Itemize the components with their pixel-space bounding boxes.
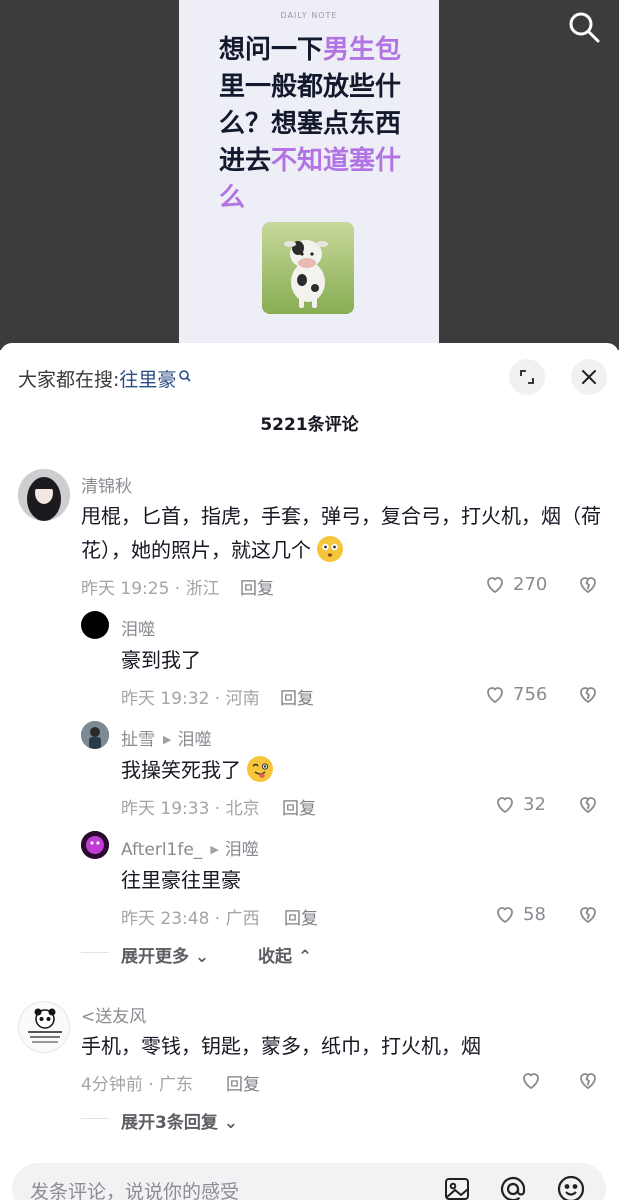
reply-arrow-icon: ▶ (210, 843, 219, 856)
small-search-icon (178, 366, 192, 382)
reply-button[interactable]: 回复 (282, 794, 316, 819)
comment-text: 甩棍，匕首，指虎，手套，弹弓，复合弓，打火机，烟（荷花），她的照片，就这几个 (81, 499, 601, 567)
fullscreen-button[interactable] (509, 359, 545, 395)
avatar[interactable] (81, 831, 109, 859)
chevron-down-icon: ⌄ (217, 1113, 239, 1133)
comment-input-placeholder: 发条评论，说说你的感受 (30, 1181, 240, 1200)
comment-input[interactable]: 发条评论，说说你的感受 (12, 1163, 606, 1200)
reply-text: 豪到我了 (121, 648, 201, 672)
comment-username[interactable]: <送友风 (81, 1002, 146, 1027)
broken-heart-icon (580, 577, 596, 594)
reply-button[interactable]: 回复 (280, 684, 314, 709)
video-player[interactable]: DAILY NOTE 想问一下男生包里一般都放些什么？想塞点东西进去不知道塞什么 (0, 0, 619, 350)
thread-divider (81, 1118, 109, 1119)
expand-replies-button[interactable]: 展开3条回复 ⌄ (121, 1108, 238, 1133)
headline-part: 想问一下 (219, 35, 324, 65)
like-count: 32 (523, 793, 546, 815)
search-icon[interactable] (567, 10, 601, 44)
avatar[interactable] (18, 1001, 70, 1053)
poster-headline: 想问一下男生包里一般都放些什么？想塞点东西进去不知道塞什么 (219, 32, 419, 217)
like-button[interactable]: 756 (483, 682, 547, 706)
broken-heart-icon (580, 687, 596, 704)
chevron-down-icon: ⌄ (189, 947, 210, 967)
comment-username[interactable]: 清锦秋 (81, 472, 132, 497)
reply-username[interactable]: 泪噬 (121, 615, 155, 640)
expand-replies-label: 展开3条回复 (121, 1113, 218, 1133)
reply-meta: 昨天 19:32 · 河南 (121, 689, 260, 709)
reply-arrow-icon: ▶ (163, 733, 172, 746)
reply-username[interactable]: 扯雪 (121, 730, 155, 750)
hot-search-bar[interactable]: 大家都在搜:往里豪 (18, 365, 192, 392)
reply-meta: 昨天 19:33 · 北京 (121, 799, 260, 819)
like-button[interactable]: 270 (483, 572, 547, 596)
expand-more-label: 展开更多 (121, 947, 189, 967)
close-button[interactable] (571, 359, 607, 395)
tongue-wink-emoji-icon (247, 756, 274, 782)
broken-heart-icon (580, 907, 596, 924)
chevron-up-icon: ⌃ (292, 947, 313, 967)
reply-text: 我操笑死我了 (121, 753, 274, 787)
reply-button[interactable]: 回复 (226, 1070, 260, 1095)
dislike-button[interactable] (576, 572, 600, 596)
avatar[interactable] (81, 611, 109, 639)
heart-icon (497, 797, 513, 814)
comment-meta: 4分钟前 · 广东 (81, 1075, 194, 1095)
avatar[interactable] (18, 469, 70, 521)
dislike-button[interactable] (576, 682, 600, 706)
reply-meta: 昨天 23:48 · 广西 (121, 909, 260, 929)
dislike-button[interactable] (576, 1068, 600, 1092)
like-button[interactable] (519, 1068, 543, 1092)
expand-more-button[interactable]: 展开更多 ⌄ (121, 942, 209, 967)
reply-to-username[interactable]: 泪噬 (177, 730, 211, 750)
collapse-label: 收起 (258, 947, 292, 967)
heart-icon (487, 577, 503, 594)
comment-count-title: 5221条评论 (260, 415, 359, 435)
reply-button[interactable]: 回复 (284, 904, 318, 929)
expand-icon (520, 370, 534, 384)
broken-heart-icon (580, 1073, 596, 1090)
collapse-button[interactable]: 收起 ⌃ (258, 942, 312, 967)
like-button[interactable]: 58 (493, 902, 546, 926)
reply-text: 往里豪往里豪 (121, 868, 241, 892)
reply-header: 扯雪 ▶ 泪噬 (121, 725, 211, 750)
image-icon[interactable] (442, 1174, 472, 1200)
hot-search-prefix: 大家都在搜: (18, 369, 120, 391)
reply-body: 我操笑死我了 (121, 758, 241, 782)
reply-username[interactable]: Afterl1fe_ (121, 840, 202, 860)
avatar[interactable] (81, 721, 109, 749)
poster-label: DAILY NOTE (280, 11, 338, 20)
cow-illustration (262, 222, 354, 314)
heart-icon (487, 687, 503, 704)
headline-highlight: 男生包 (323, 35, 402, 65)
mention-icon[interactable] (498, 1174, 528, 1200)
thread-divider (81, 952, 109, 953)
heart-icon (497, 907, 513, 924)
dislike-button[interactable] (576, 792, 600, 816)
comment-meta: 昨天 19:25 · 浙江 (81, 579, 220, 599)
like-count: 58 (523, 903, 546, 925)
broken-heart-icon (580, 797, 596, 814)
close-icon (582, 370, 596, 384)
emoji-icon[interactable] (556, 1174, 586, 1200)
dislike-button[interactable] (576, 902, 600, 926)
like-count: 270 (513, 573, 548, 595)
comment-text: 手机，零钱，钥匙，蒙多，纸巾，打火机，烟 (81, 1034, 481, 1058)
like-button[interactable]: 32 (493, 792, 546, 816)
reply-to-username[interactable]: 泪噬 (225, 840, 259, 860)
reply-header: Afterl1fe_ ▶ 泪噬 (121, 835, 259, 860)
reply-button[interactable]: 回复 (240, 574, 274, 599)
video-poster: DAILY NOTE 想问一下男生包里一般都放些什么？想塞点东西进去不知道塞什么 (179, 0, 439, 350)
like-count: 756 (513, 683, 548, 705)
flushed-emoji-icon (317, 536, 344, 562)
hot-search-keyword[interactable]: 往里豪 (119, 369, 176, 391)
heart-icon (523, 1073, 539, 1090)
